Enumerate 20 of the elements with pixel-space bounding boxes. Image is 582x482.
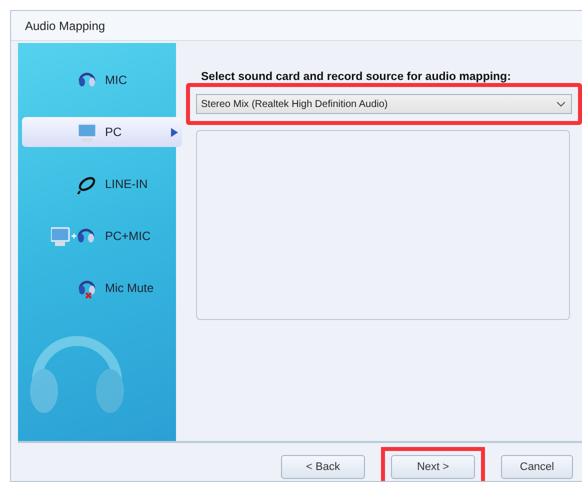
dialog-button[interactable]: < Back (281, 455, 365, 479)
prompt-text: Select sound card and record source for audio mapping: (201, 71, 512, 85)
sidebar-item-label: PC+MIC (105, 229, 151, 243)
monitor-icon (77, 121, 97, 143)
sidebar-item[interactable]: MIC (22, 65, 182, 95)
sidebar-item[interactable]: LINE-IN (22, 169, 182, 199)
dialog-button[interactable]: Next > (391, 455, 475, 479)
sidebar-item-label: MIC (105, 73, 127, 87)
source-dropdown[interactable]: Stereo Mix (Realtek High Definition Audio) (196, 94, 572, 114)
sidebar-item-label: Mic Mute (105, 281, 154, 295)
chevron-icon (557, 102, 565, 106)
sidebar-item[interactable]: PC (22, 117, 182, 147)
monitor-headset-icon (51, 225, 97, 247)
arrow-icon (171, 128, 178, 137)
sidebar-item-label: LINE-IN (105, 177, 148, 191)
dialog-button[interactable]: Cancel (501, 455, 573, 479)
window-title: Audio Mapping (11, 11, 582, 41)
sidebar-item[interactable]: PC+MIC (22, 221, 182, 251)
sidebar-item[interactable]: Mic Mute (22, 273, 182, 303)
sidebar-item-label: PC (105, 125, 122, 139)
